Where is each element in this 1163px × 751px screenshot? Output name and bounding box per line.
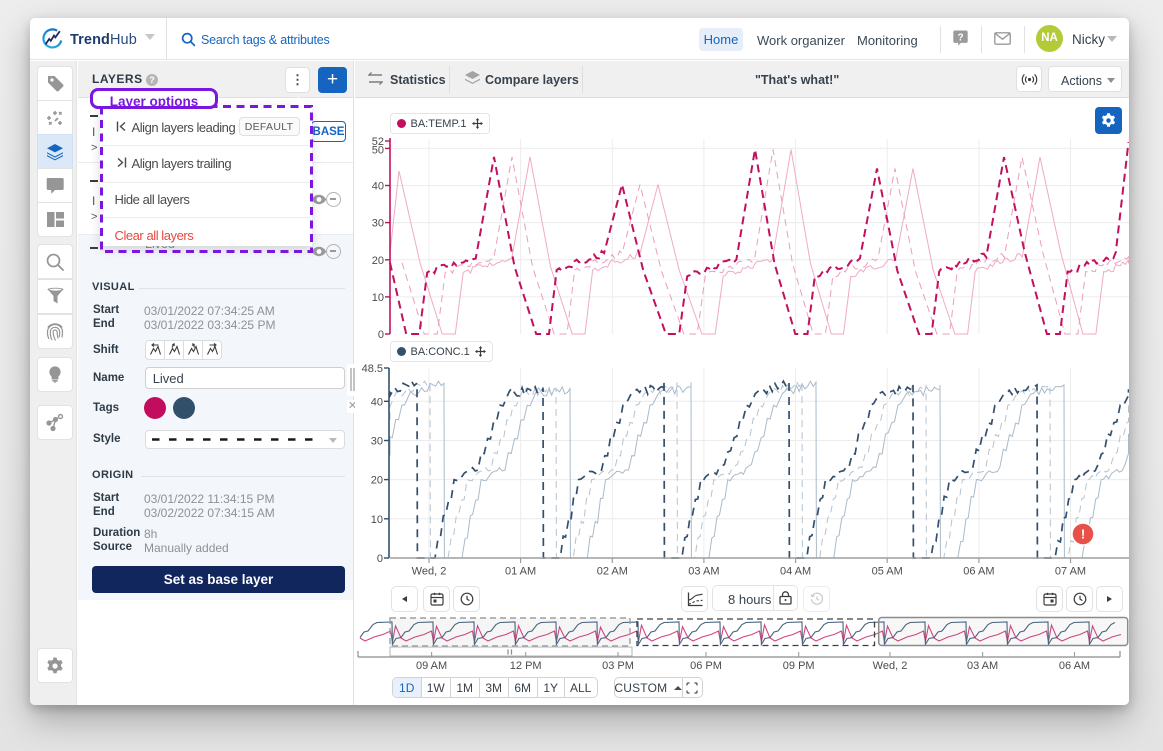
svg-text:Wed, 2: Wed, 2 xyxy=(873,660,908,672)
svg-text:06 AM: 06 AM xyxy=(963,566,994,578)
svg-text:20: 20 xyxy=(371,475,383,487)
svg-text:03 PM: 03 PM xyxy=(602,660,634,672)
svg-text:06 PM: 06 PM xyxy=(690,660,722,672)
svg-text:07 AM: 07 AM xyxy=(1055,566,1086,578)
svg-text:09 PM: 09 PM xyxy=(783,660,815,672)
svg-text:?: ? xyxy=(957,32,963,43)
svg-text:30: 30 xyxy=(372,218,384,230)
svg-text:04 AM: 04 AM xyxy=(780,566,811,578)
svg-text:40: 40 xyxy=(372,181,384,193)
svg-text:10: 10 xyxy=(371,514,383,526)
svg-text:48.5: 48.5 xyxy=(362,363,383,375)
svg-text:03 AM: 03 AM xyxy=(688,566,719,578)
svg-text:40: 40 xyxy=(371,396,383,408)
svg-text:05 AM: 05 AM xyxy=(872,566,903,578)
svg-text:06 AM: 06 AM xyxy=(1059,660,1090,672)
svg-text:12 PM: 12 PM xyxy=(510,660,542,672)
svg-text:02 AM: 02 AM xyxy=(597,566,628,578)
svg-text:01 AM: 01 AM xyxy=(505,566,536,578)
svg-text:50: 50 xyxy=(372,144,384,156)
svg-text:09 AM: 09 AM xyxy=(416,660,447,672)
svg-text:0: 0 xyxy=(377,553,383,565)
svg-text:0: 0 xyxy=(378,329,384,341)
svg-text:30: 30 xyxy=(371,436,383,448)
svg-text:03 AM: 03 AM xyxy=(967,660,998,672)
svg-text:!: ! xyxy=(1081,527,1085,542)
svg-text:Wed, 2: Wed, 2 xyxy=(412,566,447,578)
svg-text:20: 20 xyxy=(372,255,384,267)
svg-text:10: 10 xyxy=(372,292,384,304)
